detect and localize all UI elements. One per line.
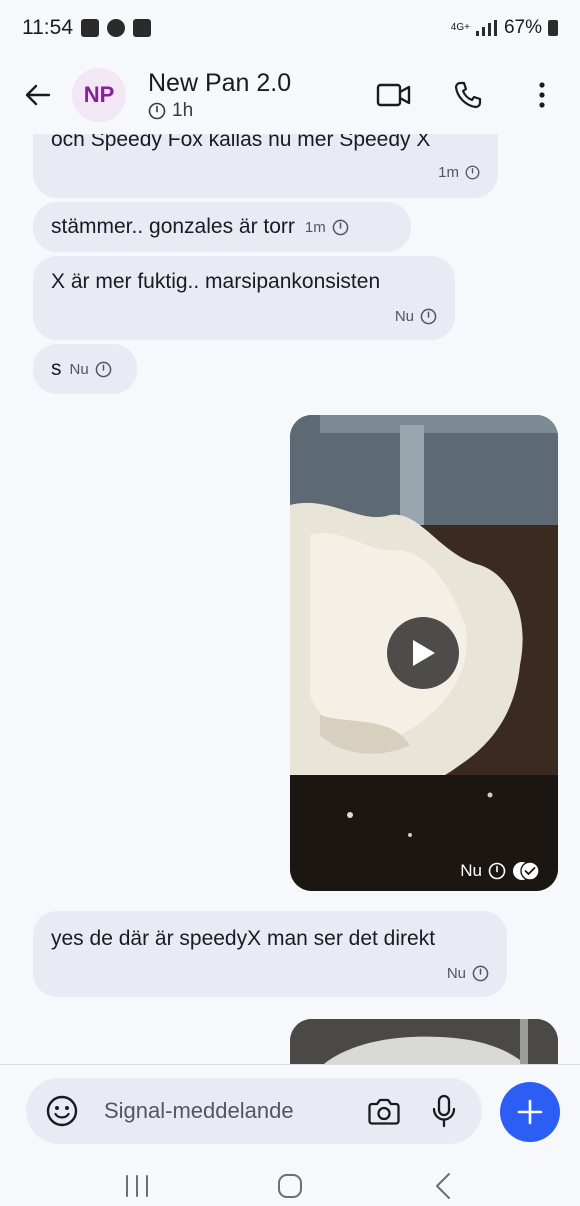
back-nav-button[interactable] xyxy=(413,1168,473,1204)
status-time: 11:54 xyxy=(22,16,73,39)
voice-call-button[interactable] xyxy=(448,75,488,115)
plus-icon xyxy=(517,1099,543,1125)
more-icon xyxy=(539,82,545,108)
camera-icon xyxy=(368,1098,400,1125)
battery-percent: 67% xyxy=(503,17,542,38)
message-time: Nu xyxy=(446,965,466,982)
message-text: yes de där är speedyX man ser det direkt xyxy=(51,927,436,950)
message-meta: Nu xyxy=(70,361,112,378)
home-button[interactable] xyxy=(260,1168,320,1204)
message-time: Nu xyxy=(460,861,482,880)
chat-header: NP New Pan 2.0 1h xyxy=(0,56,580,134)
composer-divider xyxy=(0,1064,580,1065)
more-options-button[interactable] xyxy=(522,75,562,115)
message-bubble[interactable]: och Speedy Fox kallas nu mer Speedy X 1m xyxy=(33,134,498,198)
message-meta: 1m xyxy=(305,219,349,236)
check-notification-icon xyxy=(133,19,151,37)
message-bubble[interactable]: yes de där är speedyX man ser det direkt… xyxy=(33,911,507,997)
mic-icon xyxy=(432,1094,456,1128)
timer-label: 1h xyxy=(172,100,194,121)
recents-button[interactable] xyxy=(107,1168,167,1204)
read-receipt-icon xyxy=(513,861,540,881)
message-meta: 1m xyxy=(438,164,480,181)
signal-notification-icon xyxy=(107,19,125,37)
video-call-icon xyxy=(376,83,411,107)
gallery-notification-icon xyxy=(81,19,99,37)
timer-icon xyxy=(465,165,480,180)
timer-icon xyxy=(332,219,349,235)
camera-button[interactable] xyxy=(364,1091,404,1131)
timer-icon xyxy=(488,862,506,880)
timer-icon xyxy=(148,102,166,120)
recents-icon xyxy=(125,1175,148,1197)
message-text: stämmer.. gonzales är torr xyxy=(51,215,295,238)
video-message[interactable]: Nu xyxy=(290,415,558,891)
message-bubble[interactable]: stämmer.. gonzales är torr 1m xyxy=(33,202,411,252)
emoji-icon xyxy=(46,1095,78,1127)
battery-icon xyxy=(548,20,558,36)
home-icon xyxy=(277,1174,302,1198)
message-text: X är mer fuktig.. marsipankonsisten xyxy=(51,270,381,293)
system-nav-bar xyxy=(0,1166,580,1206)
message-time: 1m xyxy=(304,218,326,236)
back-nav-icon xyxy=(436,1173,451,1199)
message-meta: Nu xyxy=(447,965,489,982)
message-time: Nu xyxy=(69,360,89,378)
message-input[interactable] xyxy=(104,1098,354,1124)
message-meta: Nu xyxy=(395,308,437,325)
message-text: och Speedy Fox kallas nu mer Speedy X xyxy=(51,134,431,151)
video-call-button[interactable] xyxy=(374,75,414,115)
message-meta: Nu xyxy=(460,861,540,881)
disappearing-timer: 1h xyxy=(148,100,291,122)
video-message[interactable] xyxy=(290,1019,558,1064)
emoji-button[interactable] xyxy=(42,1091,82,1131)
timer-icon xyxy=(420,308,437,325)
back-button[interactable] xyxy=(18,75,58,115)
timer-icon xyxy=(472,965,489,982)
message-time: Nu xyxy=(394,308,414,325)
play-icon xyxy=(413,640,435,666)
back-arrow-icon xyxy=(25,84,51,106)
network-indicator: 4G+ xyxy=(450,22,470,33)
message-text: s xyxy=(51,357,62,380)
avatar[interactable]: NP xyxy=(72,68,126,122)
message-bubble[interactable]: s Nu xyxy=(33,344,137,394)
message-time: 1m xyxy=(438,164,459,181)
signal-strength-icon xyxy=(475,20,497,36)
status-bar: 11:54 4G+ 67% xyxy=(0,0,580,56)
timer-icon xyxy=(95,361,112,377)
message-bubble[interactable]: X är mer fuktig.. marsipankonsisten Nu xyxy=(33,256,455,340)
chat-title: New Pan 2.0 xyxy=(148,69,292,97)
message-list[interactable]: och Speedy Fox kallas nu mer Speedy X 1m… xyxy=(0,134,580,1064)
play-button[interactable] xyxy=(387,617,459,689)
attach-button[interactable] xyxy=(500,1082,560,1142)
phone-icon xyxy=(454,81,482,109)
chat-title-block[interactable]: New Pan 2.0 1h xyxy=(148,68,291,122)
composer-bar xyxy=(26,1078,482,1144)
video-thumbnail xyxy=(290,1019,558,1064)
voice-note-button[interactable] xyxy=(424,1091,464,1131)
